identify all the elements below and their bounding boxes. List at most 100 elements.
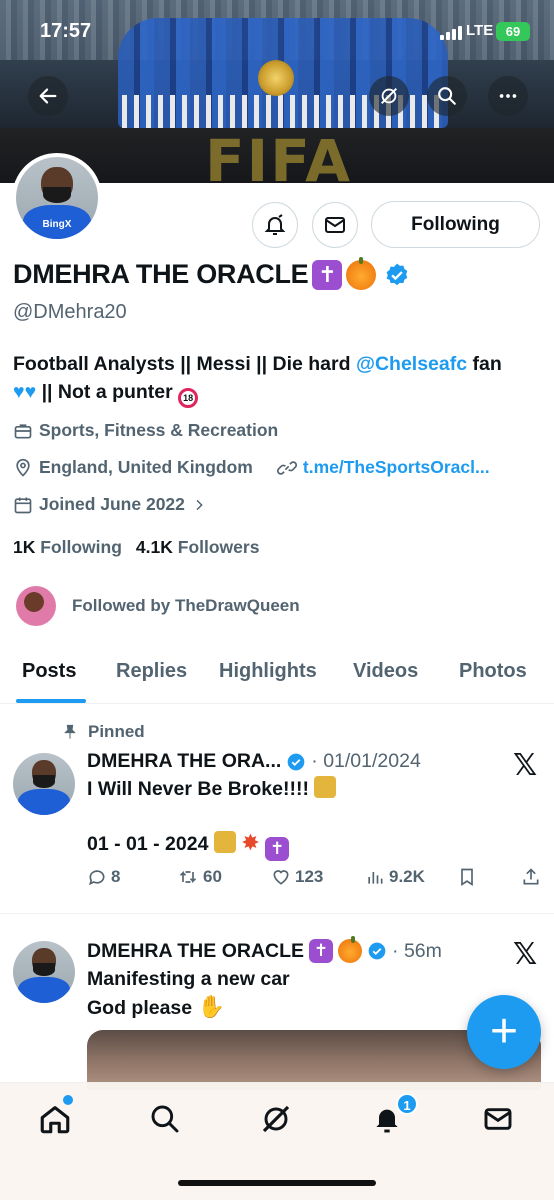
retweet-icon: [179, 870, 197, 884]
tweet-time: · 56m: [392, 939, 442, 962]
reply-button[interactable]: 8: [87, 867, 120, 887]
grok-button[interactable]: [369, 76, 409, 116]
trophy-image: [258, 60, 294, 96]
banner-fifa-text: FIFA: [205, 127, 353, 183]
praying-hands-emoji-icon: ✋: [197, 994, 225, 1019]
back-button[interactable]: [28, 76, 68, 116]
following-button[interactable]: Following: [371, 201, 540, 248]
search-button[interactable]: [427, 76, 467, 116]
tweet-header: DMEHRA THE ORACLE ✝ · 56m: [87, 936, 442, 963]
battery-icon: 69: [496, 22, 530, 41]
no-under-18-emoji-icon: 18: [178, 388, 199, 408]
compose-post-button[interactable]: +: [467, 995, 541, 1069]
tweet-author-avatar[interactable]: [13, 753, 75, 815]
signal-icon: [440, 26, 462, 40]
x-logo-icon: 𝕏: [513, 748, 538, 783]
joined-date: Joined June 2022: [39, 494, 185, 514]
message-button[interactable]: [312, 202, 358, 248]
status-bar: 17:57 LTE 69: [0, 20, 554, 46]
followed-by-text: Followed by TheDrawQueen: [72, 596, 300, 615]
chelsea-mention-link[interactable]: @Chelseafc: [356, 353, 467, 375]
profile-category: Sports, Fitness & Recreation: [13, 420, 278, 441]
network-label: LTE: [466, 22, 494, 39]
home-icon: [40, 1106, 70, 1134]
profile-joined-row[interactable]: Joined June 2022: [13, 494, 207, 515]
profile-location: England, United Kingdom: [39, 457, 253, 477]
share-button[interactable]: [521, 867, 541, 887]
reply-icon: [89, 870, 105, 886]
profile-website-link[interactable]: t.me/TheSportsOracl...: [303, 457, 490, 478]
analytics-icon: [368, 872, 383, 884]
pumpkin-emoji-icon: [338, 936, 363, 963]
latin-cross-emoji-icon: ✝: [265, 836, 290, 861]
verified-badge-icon: [368, 942, 386, 960]
tweet-text: I Will Never Be Broke!!!!: [87, 776, 337, 803]
tweet-author-name[interactable]: DMEHRA THE ORA...: [87, 750, 281, 773]
latin-cross-emoji-icon: ✝: [309, 939, 334, 963]
bookmark-button[interactable]: [457, 867, 477, 887]
active-tab-indicator: [16, 699, 86, 703]
tab-posts[interactable]: Posts: [22, 660, 76, 683]
chevron-right-icon: [196, 499, 203, 510]
follower-avatar: [16, 586, 56, 626]
notifications-badge: 1: [396, 1093, 418, 1115]
followers-count-link[interactable]: 4.1K Followers: [136, 537, 260, 558]
link-icon: [276, 460, 297, 475]
tweet-divider: [0, 913, 554, 914]
home-tab[interactable]: [37, 1101, 73, 1137]
blue-heart-emoji-icon: ♥♥: [13, 381, 37, 403]
tweet-author-name[interactable]: DMEHRA THE ORACLE: [87, 940, 304, 963]
profile-location-row: England, United Kingdom t.me/TheSportsOr…: [13, 457, 490, 478]
back-arrow-icon: [39, 88, 57, 104]
more-dots-icon: [499, 94, 517, 98]
pin-icon: [64, 724, 76, 739]
x-logo-icon: 𝕏: [513, 937, 538, 972]
tweet-actions: 8 60 123 9.2K: [87, 867, 542, 893]
bookmark-icon: [461, 868, 473, 887]
profile-bio: Football Analysts || Messi || Die hard @…: [13, 350, 543, 408]
pumpkin-emoji-icon: [346, 256, 377, 290]
more-button[interactable]: [488, 76, 528, 116]
location-pin-icon: [16, 458, 30, 477]
tweet-date: · 01/01/2024: [311, 750, 421, 772]
tweet-text-line2: 01 - 01 - 2024 ✸ ✝: [87, 829, 290, 861]
search-icon: [151, 1105, 179, 1133]
profile-avatar[interactable]: BingX: [12, 153, 102, 243]
share-icon: [523, 868, 539, 885]
verified-badge-icon: [287, 753, 305, 770]
latin-cross-emoji-icon: ✝: [312, 259, 343, 290]
display-name-row: DMEHRA THE ORACLE ✝: [13, 256, 410, 290]
grok-icon: [262, 1105, 290, 1133]
pinned-label: Pinned: [62, 722, 145, 742]
followed-by-row[interactable]: Followed by TheDrawQueen: [16, 586, 300, 626]
calendar-icon: [14, 497, 32, 513]
tweet-header: DMEHRA THE ORA... · 01/01/2024: [87, 750, 421, 773]
following-count-link[interactable]: 1K Following: [13, 537, 122, 558]
search-tab[interactable]: [147, 1101, 183, 1137]
collision-emoji-icon: ✸: [241, 830, 260, 855]
home-unread-dot: [63, 1095, 73, 1105]
user-handle: @DMehra20: [13, 301, 127, 323]
like-button[interactable]: 123: [271, 867, 323, 887]
tab-replies[interactable]: Replies: [116, 660, 187, 683]
notifications-bell-button[interactable]: [252, 202, 298, 248]
verified-badge-icon[interactable]: [384, 262, 410, 288]
grok-tab[interactable]: [258, 1101, 294, 1137]
envelope-icon: [484, 1108, 512, 1130]
tab-photos[interactable]: Photos: [459, 660, 527, 683]
tab-videos[interactable]: Videos: [353, 660, 418, 683]
retweet-button[interactable]: 60: [177, 867, 222, 887]
bell-plus-icon: [264, 214, 286, 235]
envelope-icon: [325, 217, 345, 233]
briefcase-icon: [14, 423, 32, 438]
tweet-text: Manifesting a new car God please ✋: [87, 968, 290, 1019]
tweet-author-avatar[interactable]: [13, 941, 75, 1003]
grok-icon: [380, 87, 398, 105]
views-button[interactable]: 9.2K: [365, 867, 425, 887]
follow-counts: 1K Following 4.1K Followers: [13, 537, 259, 558]
display-name: DMEHRA THE ORACLE: [13, 259, 309, 289]
home-indicator[interactable]: [178, 1180, 376, 1186]
messages-tab[interactable]: [480, 1101, 516, 1137]
lock-emoji-icon: [213, 831, 236, 853]
tab-highlights[interactable]: Highlights: [219, 660, 317, 683]
